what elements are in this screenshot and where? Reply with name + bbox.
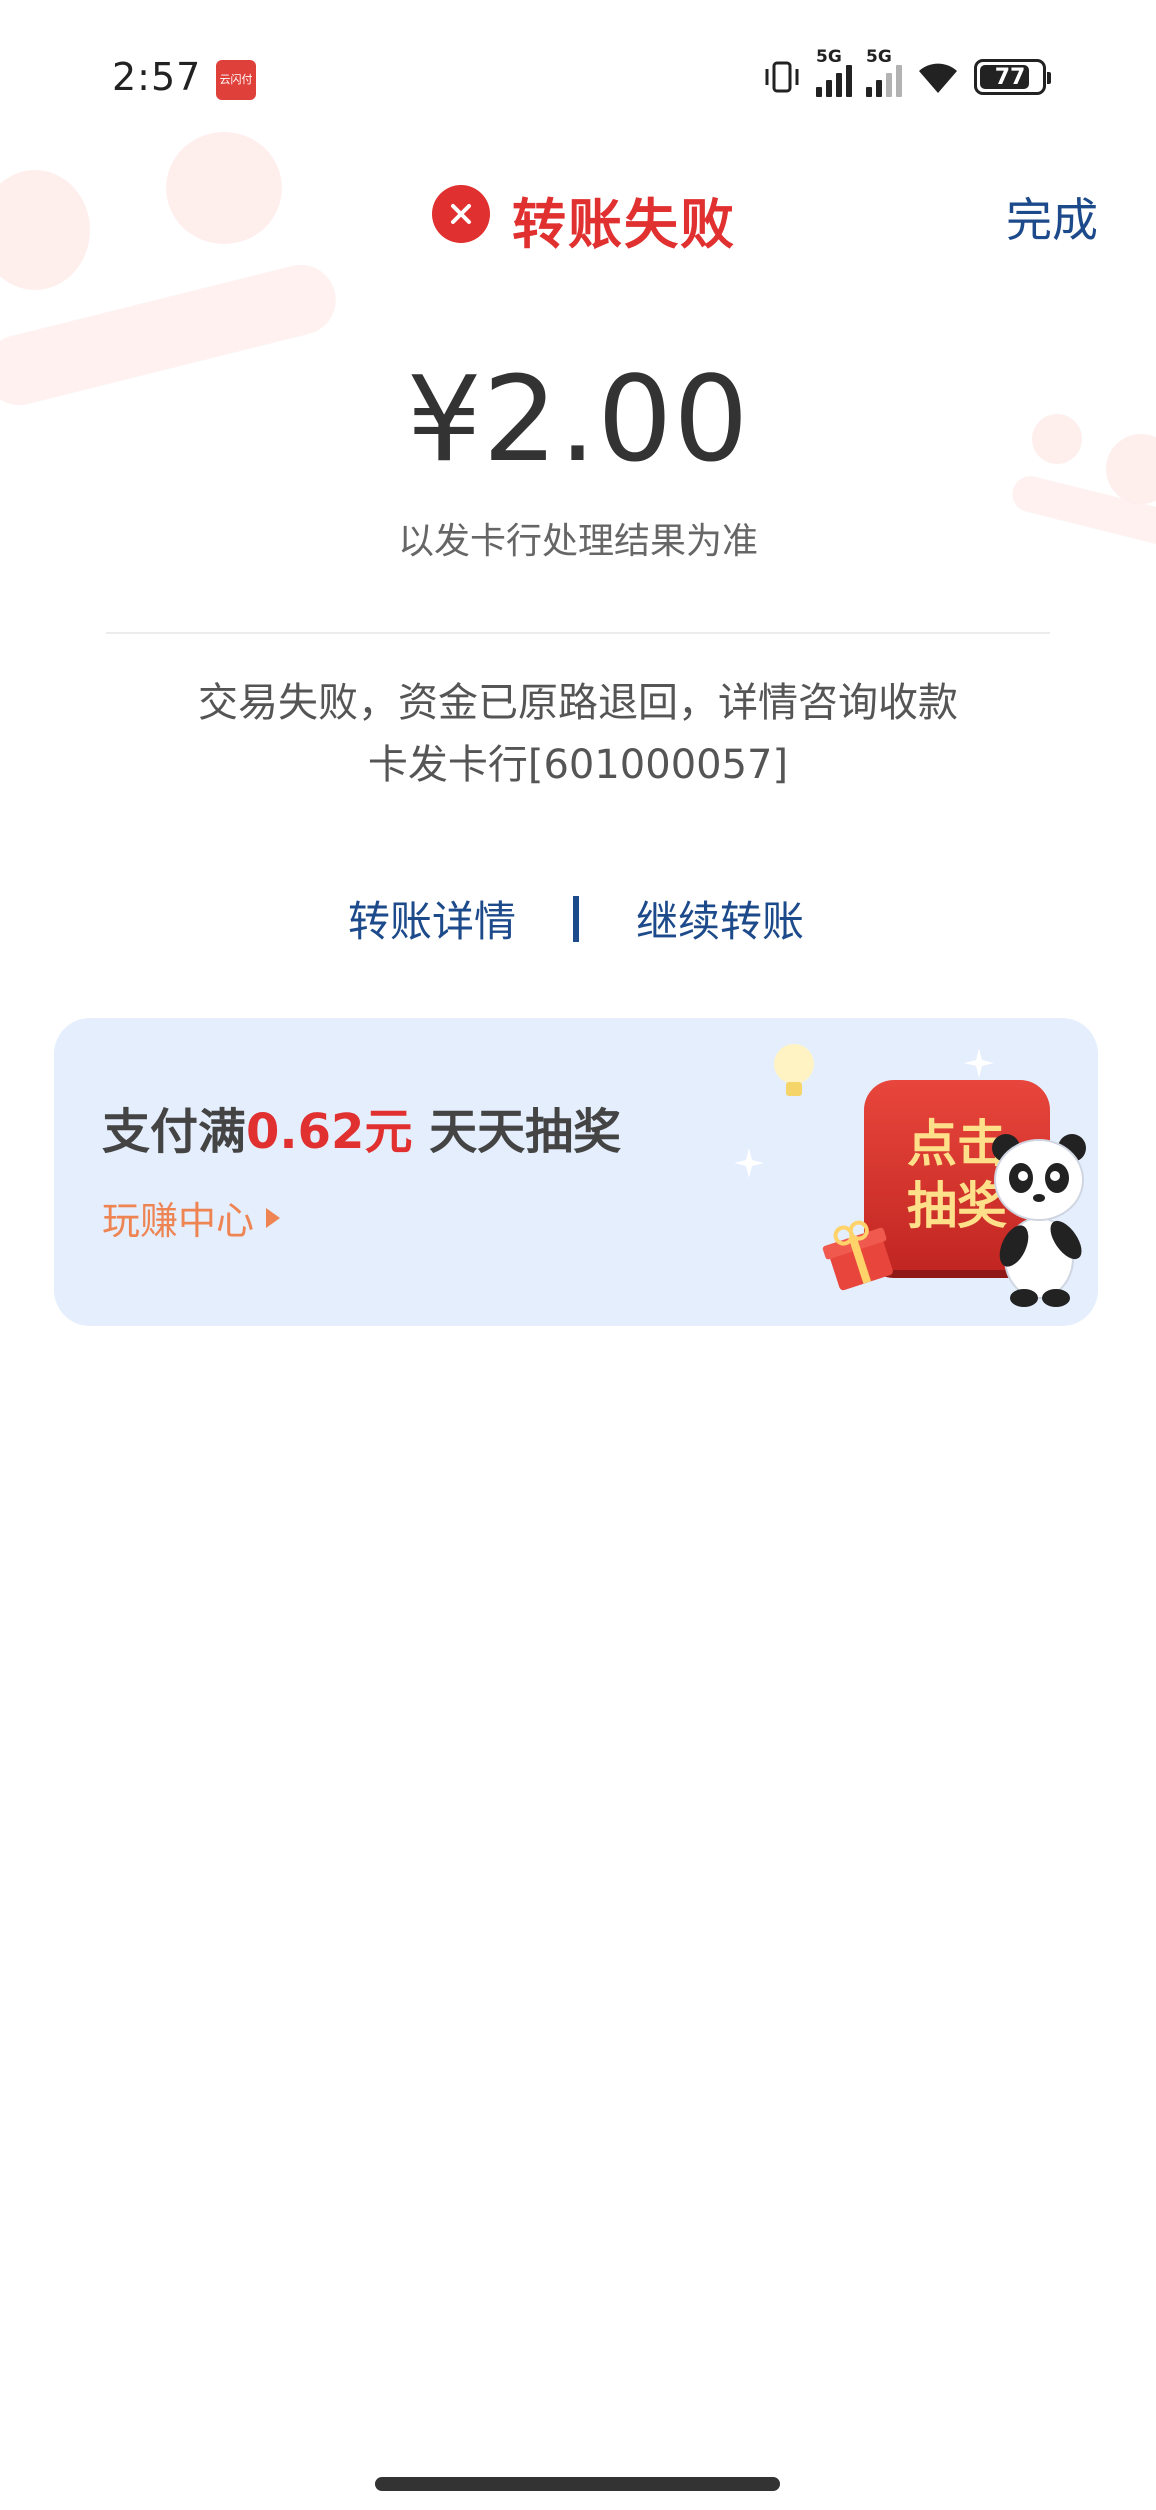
status-icons: 5G 5G 77 [762,47,1051,102]
arrow-right-icon [266,1207,281,1228]
lightbulb-icon [774,1044,814,1096]
action-links: 转账详情 继续转账 [0,880,1156,960]
transfer-amount: ¥2.00 [406,350,750,488]
network-type-label: 5G [866,47,892,67]
promo-amount: 0.62元 [246,1104,413,1160]
done-button[interactable]: 完成 [1006,184,1098,250]
home-indicator[interactable] [375,2477,780,2491]
action-separator [573,896,579,942]
vibrate-icon [765,61,799,93]
battery-icon: 77 [974,59,1051,95]
failure-message: 交易失败，资金已原路退回，详情咨询收款卡发卡行[601000057] [198,680,958,788]
result-header: 转账失败 完成 [0,170,1156,260]
lottery-promo-banner[interactable]: 支付满0.62元 天天抽奖 玩赚中心 点击 抽奖 [54,1018,1098,1326]
network-type-label: 5G [816,47,842,67]
promo-title-prefix: 支付满 [102,1104,247,1160]
battery-level: 77 [994,64,1026,90]
promo-illustration: 点击 抽奖 [734,1038,1094,1318]
fail-icon [432,185,490,243]
promo-link-label: 玩赚中心 [102,1199,255,1243]
promo-title: 支付满0.62元 天天抽奖 [102,1092,621,1162]
notification-app-icon: 云闪付 [216,60,256,100]
divider [106,632,1050,634]
wifi-icon [919,63,957,93]
sparkle-icon [734,1148,764,1178]
status-bar: 2:57 云闪付 5G 5G 77 [0,0,1156,160]
play-earn-center-link[interactable]: 玩赚中心 [102,1190,281,1245]
panda-mascot-icon [992,1134,1086,1307]
cellular-signal-icon: 5G [866,47,902,97]
amount-note: 以发卡行处理结果为准 [397,521,758,562]
sparkle-icon [964,1048,994,1078]
page-title: 转账失败 [512,193,736,256]
continue-transfer-link[interactable]: 继续转账 [636,888,804,949]
cellular-signal-icon: 5G [816,47,852,97]
promo-title-suffix: 天天抽奖 [412,1104,622,1160]
gift-box-icon [822,1220,893,1291]
status-time: 2:57 [112,55,202,99]
transfer-details-link[interactable]: 转账详情 [348,888,516,949]
transfer-result-page: 2:57 云闪付 5G 5G 77 转账失败 完成 ¥2.00 以发卡行处理结果… [0,0,1156,2510]
